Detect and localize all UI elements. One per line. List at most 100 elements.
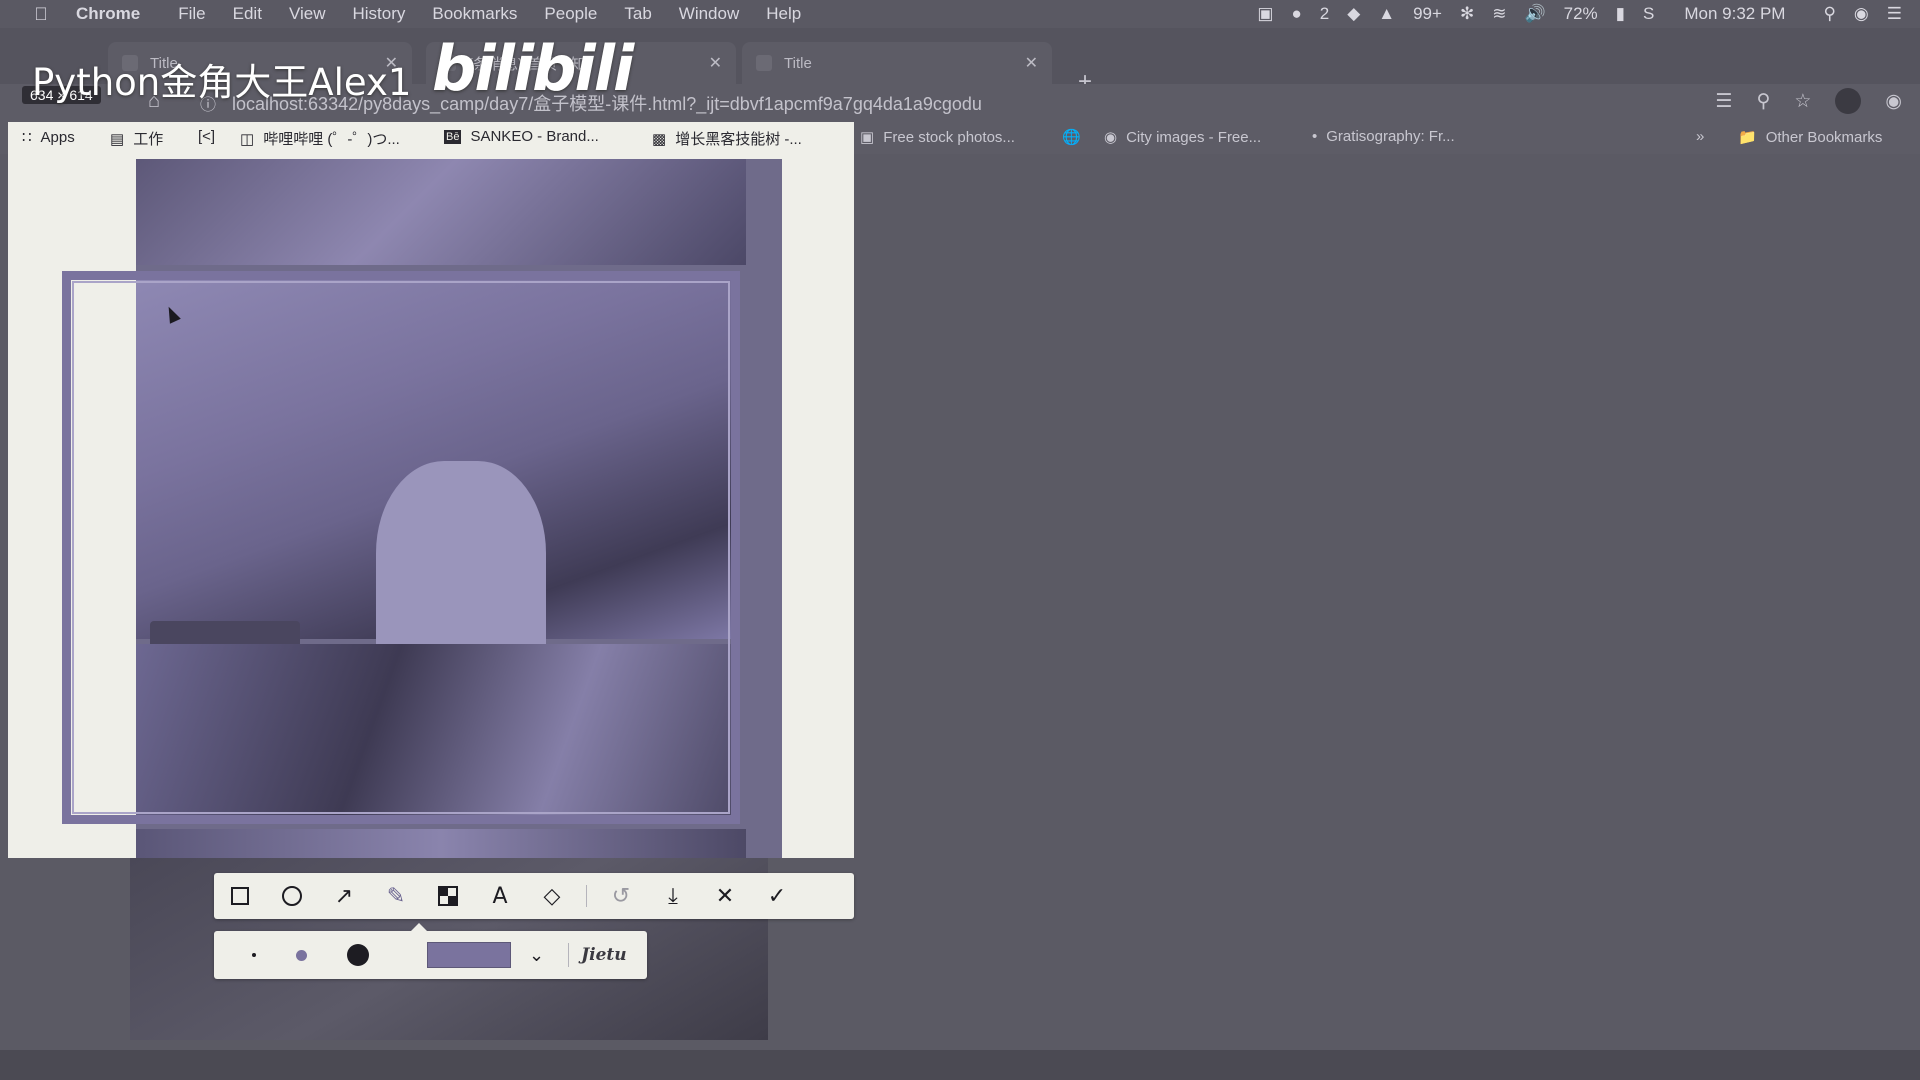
wifi-icon[interactable]: ≋ bbox=[1492, 4, 1506, 24]
status-badge-count: 2 bbox=[1319, 4, 1330, 23]
toolbar-divider bbox=[586, 885, 587, 907]
text-icon: A bbox=[492, 883, 508, 909]
zoom-icon[interactable]: ⚲ bbox=[1756, 90, 1770, 113]
menu-file[interactable]: File bbox=[178, 4, 205, 24]
image-icon: ▣ bbox=[860, 129, 875, 146]
download-button[interactable]: ⤓ bbox=[647, 873, 699, 919]
bookmark-star-icon[interactable]: ☆ bbox=[1794, 90, 1811, 113]
translate-icon[interactable]: ☰ bbox=[1715, 90, 1732, 113]
chevron-down-icon[interactable]: ⌄ bbox=[529, 945, 544, 966]
clock[interactable]: Mon 9:32 PM bbox=[1684, 4, 1785, 24]
bookmark-code[interactable]: [<] bbox=[198, 128, 224, 145]
bookmark-city-images[interactable]: ◉ City images - Free... bbox=[1104, 128, 1262, 147]
tab-3-active[interactable]: Title ✕ bbox=[742, 42, 1052, 84]
apps-grid-icon: ∷ bbox=[22, 129, 32, 146]
photo-cafe-bottom bbox=[136, 829, 746, 858]
toolbar-actions: ☰ ⚲ ☆ ◉ bbox=[1691, 88, 1902, 114]
mosaic-tool-button[interactable] bbox=[422, 873, 474, 919]
pen-drawn-rectangle-highlight bbox=[72, 281, 730, 814]
bookmark-label: Free stock photos... bbox=[883, 128, 1015, 146]
bookmark-gratisography[interactable]: • Gratisography: Fr... bbox=[1312, 128, 1455, 145]
photo-cafe-top bbox=[136, 159, 746, 265]
status-area: ▣ ● 2 ◆ ▲ 99+ ✻ ≋ 🔊 72% ▮ S Mon 9:32 PM … bbox=[1239, 0, 1920, 28]
menu-app-name[interactable]: Chrome bbox=[76, 4, 140, 24]
notification-count: 99+ bbox=[1413, 4, 1442, 23]
menu-bookmarks[interactable]: Bookmarks bbox=[432, 4, 517, 24]
tab-close-icon[interactable]: ✕ bbox=[1025, 53, 1038, 73]
battery-icon[interactable]: ▮ bbox=[1616, 4, 1625, 24]
spotlight-search-icon[interactable]: ⚲ bbox=[1823, 4, 1835, 24]
bookmark-work[interactable]: ▤ 工作 bbox=[110, 128, 163, 149]
siri-icon[interactable]: ◉ bbox=[1854, 4, 1869, 24]
menu-people[interactable]: People bbox=[544, 4, 597, 24]
bookmark-label: SANKEO - Brand... bbox=[470, 128, 599, 145]
undo-icon: ↺ bbox=[611, 883, 631, 908]
screenshot-toolbar: ↗ ✎ A ◇ ↺ ⤓ ✕ ✓ bbox=[214, 873, 854, 919]
brush-size-small[interactable] bbox=[252, 953, 256, 957]
tab-favicon-icon bbox=[756, 55, 772, 71]
undo-button[interactable]: ↺ bbox=[595, 873, 647, 919]
rectangle-icon bbox=[231, 887, 249, 905]
tab-title: Title bbox=[784, 54, 812, 72]
jietu-brand-label: Jietu bbox=[581, 945, 627, 965]
other-bookmarks-label: Other Bookmarks bbox=[1765, 128, 1883, 146]
notification-icon[interactable]: ▲ bbox=[1378, 4, 1395, 24]
bookmark-label: 哔哩哔哩 (゜-゜)つ... bbox=[263, 131, 400, 148]
cancel-button[interactable]: ✕ bbox=[699, 873, 751, 919]
confirm-button[interactable]: ✓ bbox=[751, 873, 803, 919]
eraser-tag-icon: ◇ bbox=[543, 883, 561, 908]
code-bracket-icon: [<] bbox=[198, 128, 216, 145]
menu-view[interactable]: View bbox=[289, 4, 326, 24]
dot-icon: • bbox=[1312, 128, 1318, 145]
menu-history[interactable]: History bbox=[352, 4, 405, 24]
text-tool-button[interactable]: A bbox=[474, 873, 526, 919]
extension-icon[interactable]: ◉ bbox=[1885, 90, 1902, 113]
bookmark-label: City images - Free... bbox=[1126, 128, 1262, 146]
rectangle-tool-button[interactable] bbox=[214, 873, 266, 919]
eraser-tool-button[interactable]: ◇ bbox=[526, 873, 578, 919]
options-divider bbox=[568, 943, 570, 967]
menu-help[interactable]: Help bbox=[766, 4, 801, 24]
apple-icon[interactable]:  bbox=[28, 4, 54, 25]
brush-size-large[interactable] bbox=[347, 944, 369, 966]
camera-icon: ◉ bbox=[1104, 129, 1118, 146]
color-swatch[interactable] bbox=[427, 942, 511, 968]
bottom-status-bar bbox=[0, 1050, 1920, 1080]
status-app-icon[interactable]: ● bbox=[1291, 4, 1301, 24]
bookmark-globe[interactable]: 🌐 bbox=[1062, 128, 1090, 146]
bilibili-logo: bilibili bbox=[432, 32, 634, 105]
menu-window[interactable]: Window bbox=[679, 4, 739, 24]
download-icon: ⤓ bbox=[668, 883, 678, 908]
ellipse-icon bbox=[282, 886, 302, 906]
pen-options-panel: ⌄ Jietu bbox=[214, 923, 647, 979]
volume-icon[interactable]: 🔊 bbox=[1524, 4, 1545, 24]
ellipse-tool-button[interactable] bbox=[266, 873, 318, 919]
bookmark-free-stock-photos[interactable]: ▣ Free stock photos... bbox=[860, 128, 1015, 147]
behance-icon: Bē bbox=[444, 129, 462, 144]
box-icon: ▩ bbox=[652, 130, 667, 148]
profile-avatar[interactable] bbox=[1835, 88, 1862, 114]
bookmark-sankeo[interactable]: Bē SANKEO - Brand... bbox=[444, 128, 599, 145]
bookmark-apps[interactable]: ∷ Apps bbox=[22, 128, 75, 147]
pen-tool-button[interactable]: ✎ bbox=[370, 873, 422, 919]
bookmark-label: Gratisography: Fr... bbox=[1326, 128, 1455, 145]
menu-tab[interactable]: Tab bbox=[624, 4, 651, 24]
bookmark-label: 增长黑客技能树 -... bbox=[675, 131, 802, 148]
bluetooth-icon[interactable]: ✻ bbox=[1460, 4, 1474, 24]
notification-center-icon[interactable]: ☰ bbox=[1887, 4, 1902, 24]
other-bookmarks[interactable]: 📁 Other Bookmarks bbox=[1738, 128, 1883, 147]
brush-size-medium[interactable] bbox=[296, 949, 307, 961]
menu-edit[interactable]: Edit bbox=[233, 4, 262, 24]
globe-icon: 🌐 bbox=[1062, 129, 1081, 146]
screen-record-icon[interactable]: ▣ bbox=[1257, 4, 1273, 24]
bookmark-growth-hacker[interactable]: ▩ 增长黑客技能树 -... bbox=[652, 128, 802, 149]
tab-close-icon[interactable]: ✕ bbox=[709, 53, 722, 73]
bookmark-bilibili[interactable]: ◫ 哔哩哔哩 (゜-゜)つ... bbox=[240, 128, 400, 149]
video-watermark-text: Python金角大王Alex1 bbox=[32, 61, 412, 104]
evernote-icon[interactable]: ◆ bbox=[1347, 4, 1360, 24]
sogou-input-icon[interactable]: S bbox=[1643, 4, 1654, 24]
menu-bar:  Chrome File Edit View History Bookmark… bbox=[0, 0, 1920, 28]
checkmark-icon: ✓ bbox=[767, 883, 787, 908]
bookmarks-overflow[interactable]: » bbox=[1696, 128, 1704, 145]
arrow-tool-button[interactable]: ↗ bbox=[318, 873, 370, 919]
